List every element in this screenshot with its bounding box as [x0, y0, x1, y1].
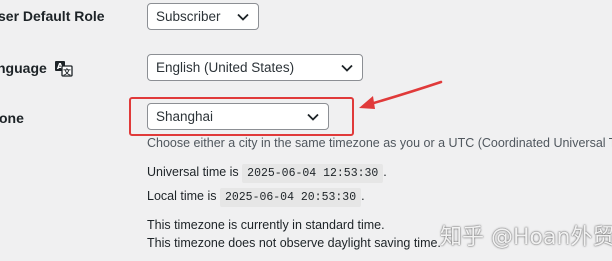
local-time-period: .	[361, 189, 365, 203]
timezone-description: Choose either a city in the same timezon…	[147, 136, 612, 150]
standard-time-note: This timezone is currently in standard t…	[147, 218, 385, 232]
site-language-value: English (United States)	[156, 60, 295, 75]
local-time-line: Local time is 2025-06-04 20:53:30.	[147, 188, 365, 207]
local-time-prefix: Local time is	[147, 189, 217, 203]
universal-time-value: 2025-06-04 12:53:30	[242, 164, 384, 183]
site-language-label-text: nguage	[0, 60, 47, 76]
default-role-value: Subscriber	[156, 9, 221, 24]
timezone-select[interactable]: Shanghai	[147, 103, 329, 130]
default-role-label: ser Default Role	[0, 8, 105, 24]
universal-time-period: .	[383, 165, 387, 179]
site-language-select[interactable]: English (United States)	[147, 54, 363, 81]
timezone-value: Shanghai	[156, 109, 214, 124]
default-role-select[interactable]: Subscriber	[147, 3, 259, 30]
annotation-arrow-icon	[359, 80, 443, 109]
chevron-down-icon	[307, 113, 319, 121]
universal-time-prefix: Universal time is	[147, 165, 239, 179]
universal-time-line: Universal time is 2025-06-04 12:53:30.	[147, 164, 387, 183]
dst-note: This timezone does not observe daylight …	[147, 236, 441, 250]
general-settings-page: ser Default Role Subscriber nguage A 文 E…	[0, 0, 612, 261]
chevron-down-icon	[341, 64, 353, 72]
site-language-label: nguage A 文	[0, 60, 73, 77]
timezone-label-text: one	[0, 110, 24, 126]
local-time-value: 2025-06-04 20:53:30	[219, 188, 362, 207]
translate-icon: A 文	[54, 61, 73, 77]
chevron-down-icon	[237, 13, 249, 21]
svg-text:文: 文	[63, 67, 71, 77]
timezone-label: one	[0, 110, 24, 126]
watermark: 知乎 @Hoan外贸J	[440, 225, 612, 250]
default-role-label-text: ser Default Role	[0, 8, 105, 24]
